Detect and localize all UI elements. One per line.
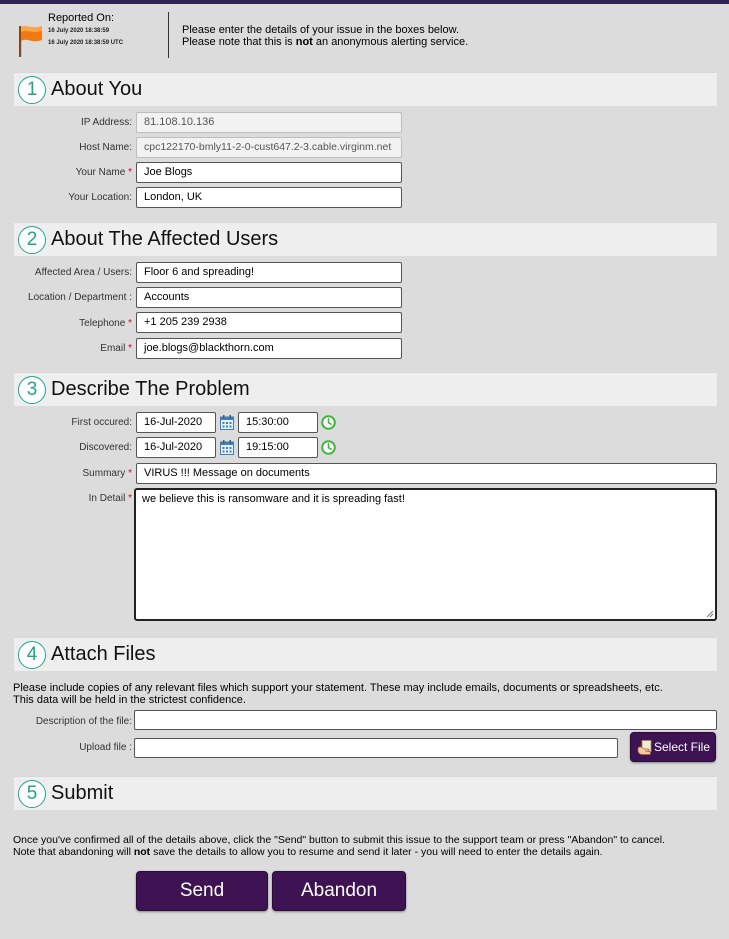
top-bar	[0, 0, 729, 4]
section-title: Attach Files	[51, 643, 156, 665]
first-occurred-time-input[interactable]: 15:30:00	[238, 412, 318, 433]
first-occurred-date-input[interactable]: 16-Jul-2020	[136, 412, 216, 433]
your-location-label: Your Location:	[68, 192, 132, 203]
section-submit: 5 Submit	[14, 776, 717, 810]
calendar-icon[interactable]	[220, 440, 234, 455]
notice-line-2: Please note that this is not an anonymou…	[182, 36, 469, 48]
clock-icon[interactable]	[321, 415, 336, 430]
first-occurred-label: First occured:	[71, 417, 132, 428]
clock-icon[interactable]	[321, 440, 336, 455]
in-detail-label: In Detail *	[88, 493, 132, 504]
header-divider	[168, 12, 169, 58]
abandon-button[interactable]: Abandon	[272, 871, 406, 911]
section-title: About The Affected Users	[51, 228, 279, 250]
affected-area-input[interactable]: Floor 6 and spreading!	[136, 262, 402, 283]
ip-address-field: 81.108.10.136	[136, 112, 402, 133]
email-input[interactable]: joe.blogs@blackthorn.com	[136, 338, 402, 359]
department-input[interactable]: Accounts	[136, 287, 402, 308]
send-button[interactable]: Send	[136, 871, 268, 911]
attach-intro-line-2: This data will be held in the strictest …	[13, 694, 246, 706]
your-name-label: Your Name *	[75, 167, 132, 178]
file-description-label: Description of the file:	[35, 716, 132, 727]
submit-info-line-2: Note that abandoning will not save the d…	[13, 846, 603, 858]
upload-file-label: Upload file :	[79, 742, 132, 753]
hand-file-icon	[637, 740, 652, 755]
in-detail-textarea[interactable]: we believe this is ransomware and it is …	[134, 488, 717, 621]
telephone-input[interactable]: +1 205 239 2938	[136, 312, 402, 333]
discovered-date-input[interactable]: 16-Jul-2020	[136, 437, 216, 458]
summary-label: Summary *	[82, 468, 132, 479]
host-name-label: Host Name:	[79, 142, 132, 153]
section-title: About You	[51, 78, 143, 100]
your-name-input[interactable]: Joe Blogs	[136, 162, 402, 183]
your-location-input[interactable]: London, UK	[136, 187, 402, 208]
telephone-label: Telephone *	[79, 318, 132, 329]
reported-utc-time: 16 July 2020 18:38:59 UTC	[48, 40, 124, 46]
step-number: 1	[18, 76, 46, 104]
discovered-label: Discovered:	[79, 442, 132, 453]
flag-icon	[19, 26, 42, 57]
step-number: 4	[18, 641, 46, 669]
resize-handle-icon[interactable]	[705, 609, 714, 618]
select-file-button[interactable]: Select File	[630, 732, 716, 762]
host-name-field: cpc122170-bmly11-2-0-cust647.2-3.cable.v…	[136, 137, 402, 158]
reported-local-time: 16 July 2020 18:38:59	[48, 28, 110, 34]
submit-info-line-1: Once you've confirmed all of the details…	[13, 834, 665, 846]
section-title: Describe The Problem	[51, 378, 250, 400]
attach-intro-line-1: Please include copies of any relevant fi…	[13, 682, 663, 694]
select-file-label: Select File	[654, 740, 711, 754]
calendar-icon[interactable]	[220, 415, 234, 430]
section-affected-users: 2 About The Affected Users	[14, 222, 717, 256]
step-number: 2	[18, 226, 46, 254]
discovered-time-input[interactable]: 19:15:00	[238, 437, 318, 458]
step-number: 3	[18, 376, 46, 404]
reported-on-label: Reported On:	[48, 12, 115, 24]
section-describe-problem: 3 Describe The Problem	[14, 372, 717, 406]
section-attach-files: 4 Attach Files	[14, 637, 717, 671]
ip-address-label: IP Address:	[81, 117, 132, 128]
department-label: Location / Department :	[28, 292, 132, 303]
summary-input[interactable]: VIRUS !!! Message on documents	[136, 463, 717, 484]
step-number: 5	[18, 780, 46, 808]
file-description-input[interactable]	[134, 710, 717, 730]
upload-file-input[interactable]	[134, 738, 618, 758]
affected-area-label: Affected Area / Users:	[34, 267, 132, 278]
section-title: Submit	[51, 782, 114, 804]
notice-line-1: Please enter the details of your issue i…	[182, 24, 460, 36]
in-detail-text: we believe this is ransomware and it is …	[142, 493, 405, 505]
section-about-you: 1 About You	[14, 72, 717, 106]
email-label: Email *	[100, 343, 132, 354]
